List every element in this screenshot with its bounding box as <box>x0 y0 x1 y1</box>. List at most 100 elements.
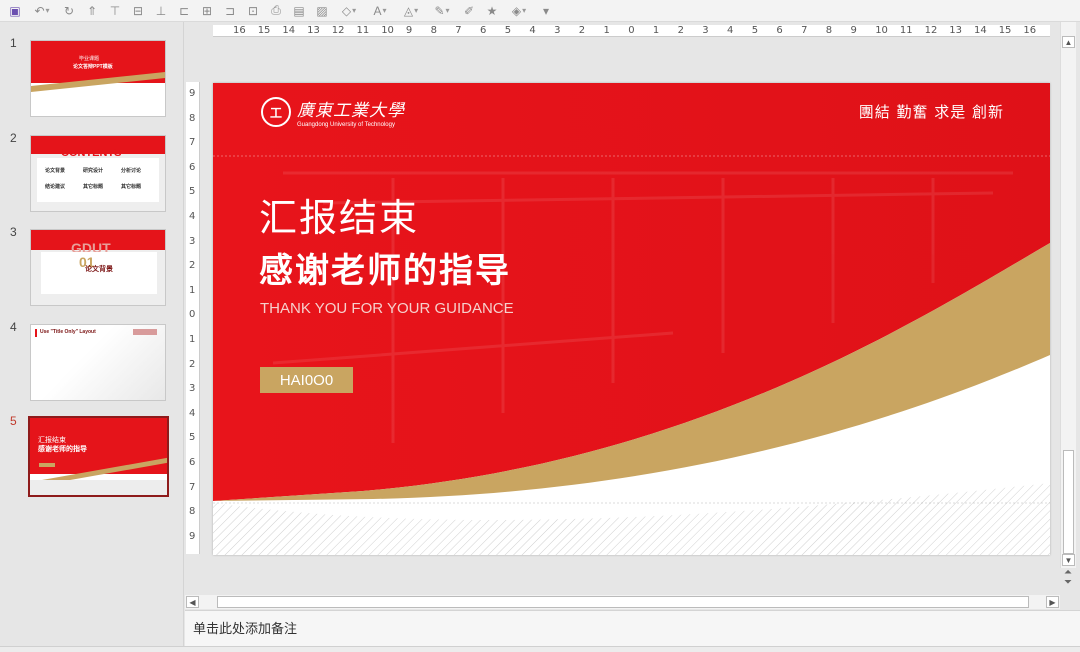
slide-preview: 毕业课题 论文答辩PPT模板 <box>30 40 166 117</box>
arrange-icon[interactable]: ◈ <box>504 1 534 21</box>
slide-preview: GDUT 01 论文背景 <box>30 229 166 306</box>
ruler-tick-label: 10 <box>381 25 394 36</box>
vertical-scrollbar[interactable]: ▲ ▼ <box>1060 22 1076 568</box>
slide-number: 5 <box>10 414 17 428</box>
ruler-tick-label: 7 <box>189 137 196 149</box>
slide-thumbnail[interactable]: 1 毕业课题 论文答辩PPT模板 <box>0 22 184 117</box>
ruler-tick-label: 9 <box>189 530 196 542</box>
ruler-tick-label: 9 <box>189 88 196 99</box>
scroll-left-icon[interactable]: ◀ <box>186 596 199 608</box>
align-left-icon[interactable]: ⊏ <box>173 1 195 21</box>
ruler-tick-label: 2 <box>189 358 196 370</box>
ruler-tick-label: 12 <box>924 25 938 36</box>
slide-subtitle[interactable]: THANK YOU FOR YOUR GUIDANCE <box>260 300 514 317</box>
ruler-tick-label: 5 <box>751 25 759 36</box>
ruler-tick-label: 3 <box>702 25 709 36</box>
ruler-tick-label: 8 <box>825 25 833 36</box>
thumb-title: 毕业课题 <box>79 56 100 62</box>
presentation-app: ▣ ↶ ↻ ⇑ ⊤ ⊟ ⊥ ⊏ ⊞ ⊐ ⊡ ⎙ ▤ ▨ ◇ A ◬ ✎ ✐ ★ … <box>0 0 1080 652</box>
slide-thumbnail[interactable]: 3 GDUT 01 论文背景 <box>0 211 184 306</box>
screenshot-icon[interactable]: ▤ <box>288 1 310 21</box>
fill-color-icon[interactable]: ◬ <box>396 1 426 21</box>
thumb-title: Use "Title Only" Layout <box>40 329 96 335</box>
ruler-tick-label: 10 <box>875 25 888 36</box>
picture-icon[interactable]: ▨ <box>311 1 333 21</box>
slide-title-line2[interactable]: 感谢老师的指导 <box>259 243 511 292</box>
align-center-icon[interactable]: ⊞ <box>196 1 218 21</box>
ruler-tick-label: 6 <box>189 457 196 468</box>
vertical-scroll-thumb[interactable] <box>1063 450 1074 554</box>
undo-icon[interactable]: ↶ <box>27 1 57 21</box>
ruler-tick-label: 9 <box>850 25 857 36</box>
ruler-tick-label: 2 <box>578 25 586 36</box>
vertical-ruler[interactable]: 9 8 7 6 5 4 3 2 1 0 1 2 3 4 5 6 7 8 9 <box>186 82 200 554</box>
slide-number: 1 <box>10 36 17 50</box>
slide-canvas[interactable]: 工 廣東工業大學 Guangdong University of Technol… <box>213 83 1050 555</box>
ruler-tick-label: 3 <box>554 25 561 36</box>
ruler-tick-label: 3 <box>189 235 196 247</box>
ruler-tick-label: 0 <box>189 309 196 321</box>
notes-placeholder[interactable]: 单击此处添加备注 <box>193 618 297 637</box>
ruler-tick-label: 6 <box>480 25 487 36</box>
ruler-tick-label: 14 <box>974 25 987 36</box>
slide-thumbnail-active[interactable]: 5 汇报结束 感谢老师的指导 <box>0 400 184 497</box>
school-motto[interactable]: 團結 勤奮 求是 創新 <box>859 101 1004 122</box>
ruler-tick-label: 1 <box>189 284 196 296</box>
ruler-tick-label: 2 <box>189 260 196 272</box>
slide-thumbnail[interactable]: 4 Use "Title Only" Layout <box>0 306 184 401</box>
slide-thumbnail-pane: 1 毕业课题 论文答辩PPT模板 2 CONTENTS 论文背景 研究设计 分析… <box>0 22 184 646</box>
scroll-up-icon[interactable]: ▲ <box>1062 36 1075 48</box>
horizontal-scroll-thumb[interactable] <box>217 596 1029 608</box>
ruler-tick-label: 6 <box>776 25 783 36</box>
effects-icon[interactable]: ★ <box>481 1 503 21</box>
slide-number: 2 <box>10 131 17 145</box>
ruler-tick-label: 12 <box>331 25 345 36</box>
shape-icon[interactable]: ◇ <box>334 1 364 21</box>
font-color-icon[interactable]: A <box>365 1 395 21</box>
align-bottom-icon[interactable]: ⊥ <box>150 1 172 21</box>
logo-chinese-name: 廣東工業大學 <box>297 101 405 121</box>
notes-pane[interactable]: 单击此处添加备注 <box>185 610 1080 646</box>
horizontal-ruler[interactable]: 16 15 14 13 12 11 10 9 8 7 6 5 4 3 2 1 0 1 2 3 4 5 6 7 8 9 10 11 12 1… <box>213 25 1050 37</box>
ruler-tick-label: 5 <box>504 25 512 36</box>
logo-english-name: Guangdong University of Technology <box>297 122 395 128</box>
ruler-tick-label: 7 <box>189 481 196 493</box>
scroll-down-icon[interactable]: ▼ <box>1062 554 1075 566</box>
seal-icon: 工 <box>261 97 291 127</box>
ruler-tick-label: 11 <box>356 25 370 36</box>
ruler-tick-label: 14 <box>282 25 296 36</box>
distribute-icon[interactable]: ⊡ <box>242 1 264 21</box>
slide-title-line1[interactable]: 汇报结束 <box>259 187 419 242</box>
ruler-tick-label: 8 <box>189 112 196 124</box>
line-color-icon[interactable]: ✎ <box>427 1 457 21</box>
thumb-subtitle: 论文答辩PPT模板 <box>73 64 113 70</box>
slide-background <box>213 83 1050 555</box>
save-icon[interactable]: ▣ <box>4 1 26 21</box>
ruler-tick-label: 2 <box>677 25 684 36</box>
align-top-icon[interactable]: ⊤ <box>104 1 126 21</box>
format-painter-icon[interactable]: ✐ <box>458 1 480 21</box>
horizontal-scrollbar[interactable]: ◀ ▶ <box>185 595 1060 609</box>
paste-format-icon[interactable]: ⇑ <box>81 1 103 21</box>
slide-number: 4 <box>10 320 17 334</box>
thumb-item: 其它标题 <box>121 184 142 190</box>
ruler-tick-label: 6 <box>189 161 196 173</box>
ruler-tick-label: 1 <box>189 334 196 345</box>
slide-preview: 汇报结束 感谢老师的指导 <box>28 416 169 497</box>
thumb-item: 其它标题 <box>83 184 104 190</box>
slide-thumbnail[interactable]: 2 CONTENTS 论文背景 研究设计 分析讨论 结论建议 其它标题 其它标题 <box>0 117 184 212</box>
ruler-tick-label: 3 <box>189 383 196 395</box>
more-icon[interactable]: ▾ <box>535 1 557 21</box>
print-icon[interactable]: ⎙ <box>265 1 287 21</box>
align-middle-icon[interactable]: ⊟ <box>127 1 149 21</box>
next-slide-icon[interactable]: ⏷ <box>1061 578 1075 588</box>
redo-icon[interactable]: ↻ <box>58 1 80 21</box>
ruler-tick-label: 5 <box>189 432 196 444</box>
ruler-tick-label: 13 <box>307 25 320 36</box>
ruler-tick-label: 11 <box>899 25 913 36</box>
slide-preview: Use "Title Only" Layout <box>30 324 166 401</box>
ruler-tick-label: 15 <box>998 25 1012 36</box>
scroll-right-icon[interactable]: ▶ <box>1046 596 1059 608</box>
author-badge[interactable]: HAI0O0 <box>260 367 353 393</box>
align-right-icon[interactable]: ⊐ <box>219 1 241 21</box>
